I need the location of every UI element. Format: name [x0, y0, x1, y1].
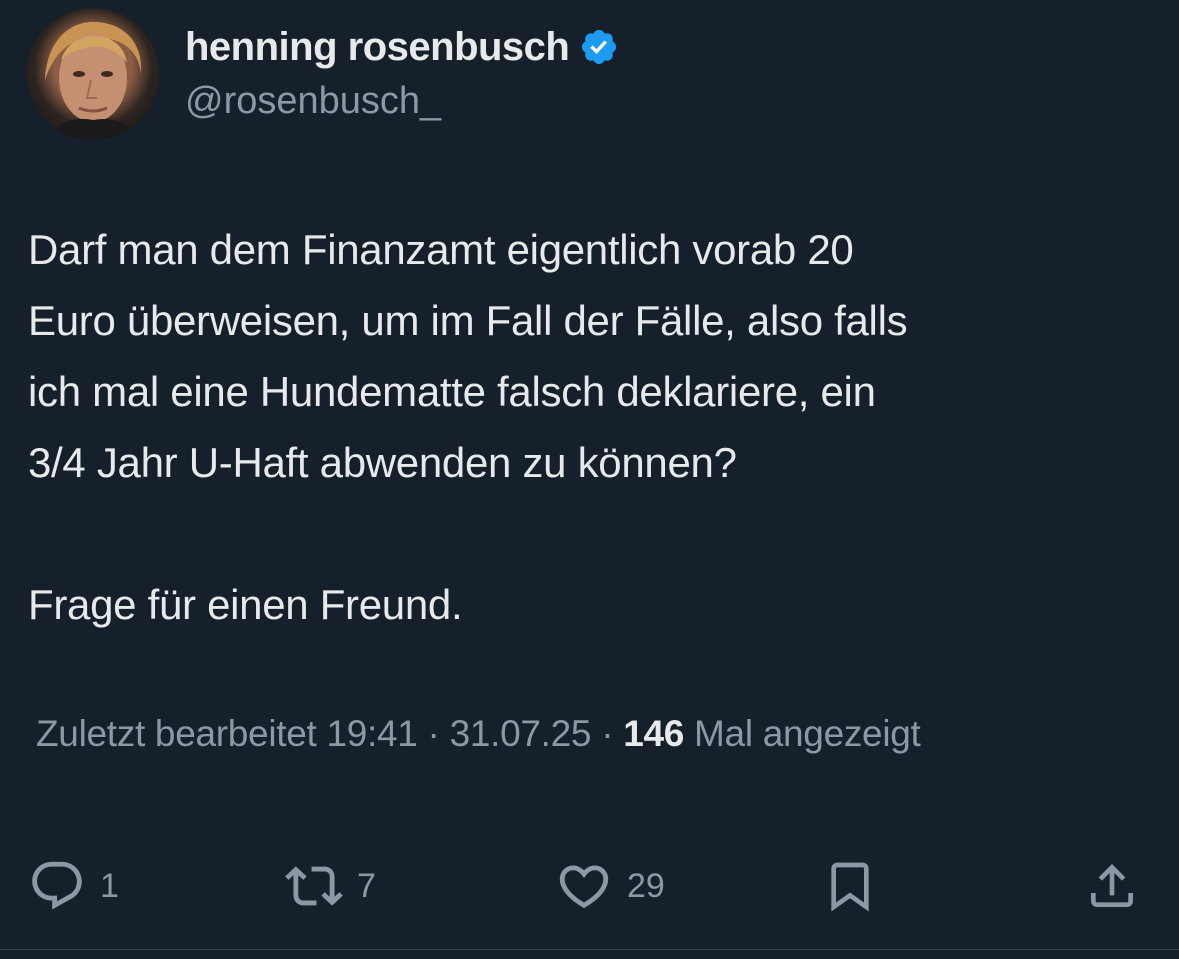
- tweet-date[interactable]: 31.07.25: [450, 713, 592, 754]
- views-count: 146: [623, 713, 685, 754]
- reply-count: 1: [100, 866, 119, 905]
- meta-separator: ·: [427, 713, 440, 754]
- tweet-time[interactable]: 19:41: [326, 713, 417, 754]
- tweet-meta: Zuletzt bearbeitet 19:41 · 31.07.25 · 14…: [36, 713, 921, 755]
- author-name-row[interactable]: henning rosenbusch: [185, 24, 619, 70]
- share-icon: [1091, 864, 1133, 907]
- bookmark-icon: [831, 862, 869, 912]
- like-button[interactable]: 29: [555, 858, 665, 914]
- bottom-divider: [0, 949, 1179, 950]
- author-handle[interactable]: @rosenbusch_: [185, 80, 441, 123]
- reply-button[interactable]: 1: [28, 858, 119, 914]
- meta-separator: ·: [601, 713, 614, 754]
- verified-badge-icon: [582, 29, 617, 65]
- author-display-name[interactable]: henning rosenbusch: [185, 25, 570, 70]
- views-label: Mal angezeigt: [694, 713, 921, 754]
- edited-label[interactable]: Zuletzt bearbeitet: [36, 713, 317, 754]
- retweet-button[interactable]: 7: [285, 858, 376, 914]
- retweet-icon: [285, 866, 343, 906]
- tweet-text: Darf man dem Finanzamt eigentlich vorab …: [28, 226, 908, 628]
- avatar[interactable]: [27, 8, 159, 140]
- reply-icon: [32, 861, 82, 910]
- like-count: 29: [627, 866, 665, 905]
- retweet-count: 7: [357, 866, 376, 905]
- share-button[interactable]: [1084, 858, 1140, 914]
- bookmark-button[interactable]: [822, 858, 878, 914]
- avatar-image: [45, 21, 142, 140]
- heart-icon: [559, 865, 609, 909]
